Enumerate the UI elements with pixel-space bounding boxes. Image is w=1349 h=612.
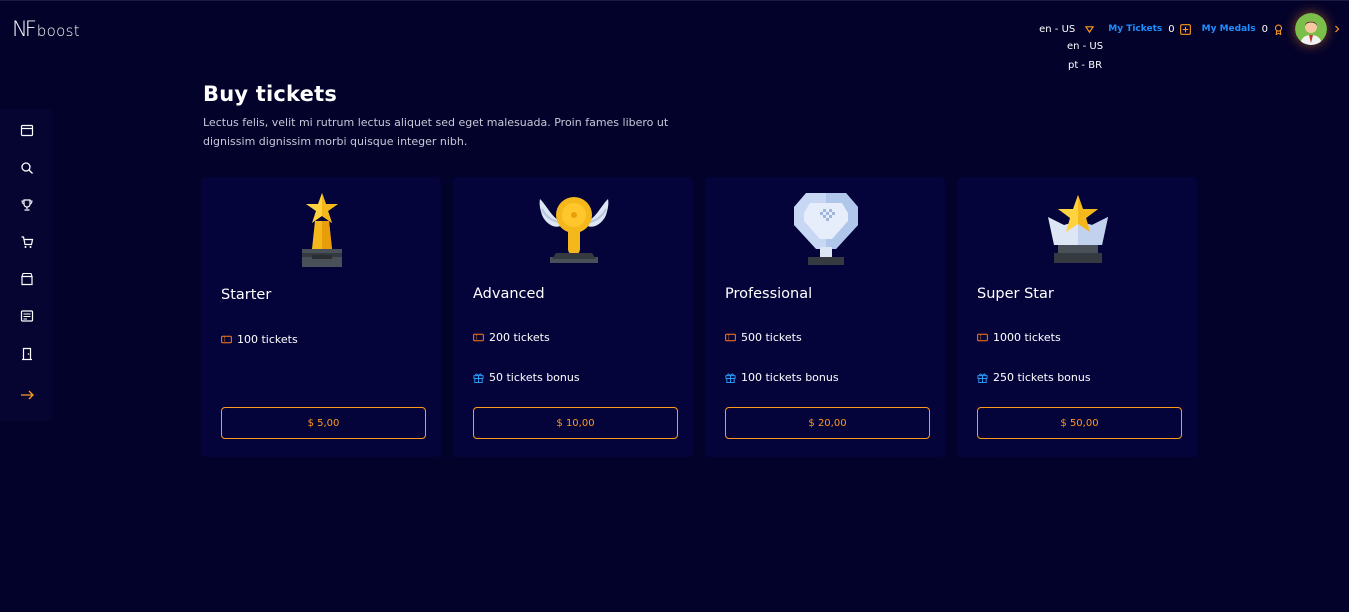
buy-button[interactable]: $ 10,00 — [473, 407, 678, 439]
page: NF boost en - US My Tickets 0 My Medals … — [0, 0, 1349, 612]
ticket-icon — [977, 333, 988, 342]
buy-button[interactable]: $ 20,00 — [725, 407, 930, 439]
my-medals-label: My Medals — [1201, 24, 1256, 34]
language-option-pt[interactable]: pt - BR — [1062, 56, 1108, 75]
package-card: Starter 100 tickets $ 5,00 — [201, 177, 441, 457]
buy-button[interactable]: $ 5,00 — [221, 407, 426, 439]
ticket-icon — [221, 335, 232, 344]
bonus-row: 50 tickets bonus — [473, 371, 580, 384]
ticket-count-row: 100 tickets — [221, 333, 298, 346]
ticket-icon — [473, 333, 484, 342]
my-medals-count: 0 — [1261, 23, 1268, 35]
ticket-count: 1000 tickets — [993, 331, 1061, 344]
chevron-right-icon[interactable] — [1333, 25, 1341, 33]
gift-icon — [725, 373, 736, 383]
winged-medal-trophy-icon — [539, 197, 609, 263]
my-tickets-label: My Tickets — [1108, 24, 1163, 34]
gold-star-trophy-icon — [302, 193, 342, 267]
gift-icon — [977, 373, 988, 383]
ticket-count: 200 tickets — [489, 331, 550, 344]
search-icon[interactable] — [20, 161, 34, 175]
package-name: Advanced — [473, 286, 545, 302]
bonus-count: 100 tickets bonus — [741, 371, 839, 384]
my-medals-link[interactable]: My Medals 0 — [1202, 24, 1284, 35]
package-name: Professional — [725, 286, 813, 302]
ticket-count-row: 200 tickets — [473, 331, 550, 344]
bonus-row: 100 tickets bonus — [725, 371, 839, 384]
medal-icon — [1274, 24, 1283, 35]
package-list: Starter 100 tickets $ 5,00 Advanced 200 … — [201, 177, 1197, 457]
ticket-count-row: 1000 tickets — [977, 331, 1061, 344]
page-title: Buy tickets — [203, 82, 338, 106]
language-selector[interactable]: en - US — [1039, 23, 1095, 35]
cart-icon[interactable] — [20, 235, 34, 249]
calendar-icon[interactable] — [20, 123, 34, 137]
ticket-count-row: 500 tickets — [725, 331, 802, 344]
package-card: Advanced 200 tickets 50 tickets bonus $ … — [453, 177, 693, 457]
package-name: Super Star — [977, 286, 1054, 302]
language-value: en - US — [1039, 23, 1076, 35]
user-avatar[interactable] — [1295, 13, 1327, 45]
add-ticket-icon[interactable] — [1179, 23, 1191, 35]
language-menu: en - US pt - BR — [1062, 37, 1108, 75]
package-name: Starter — [221, 287, 272, 303]
chevron-down-icon — [1085, 25, 1095, 33]
store-icon[interactable] — [20, 272, 34, 286]
logo-text: boost — [36, 22, 80, 40]
trophy-icon[interactable] — [20, 198, 34, 212]
arrow-right-icon[interactable] — [20, 388, 34, 402]
package-card: Professional 500 tickets 100 tickets bon… — [705, 177, 945, 457]
package-card: Super Star 1000 tickets 250 tickets bonu… — [957, 177, 1197, 457]
sidebar — [0, 109, 52, 421]
ticket-count: 100 tickets — [237, 333, 298, 346]
ticket-count: 500 tickets — [741, 331, 802, 344]
diamond-trophy-icon — [794, 193, 858, 265]
door-icon[interactable] — [20, 347, 34, 361]
logo[interactable]: NF boost — [12, 17, 80, 41]
logo-mark: NF — [12, 17, 37, 41]
buy-button[interactable]: $ 50,00 — [977, 407, 1182, 439]
my-tickets-count: 0 — [1168, 23, 1175, 35]
page-description: Lectus felis, velit mi rutrum lectus ali… — [203, 116, 669, 148]
language-option-en[interactable]: en - US — [1062, 37, 1108, 56]
bonus-count: 50 tickets bonus — [489, 371, 580, 384]
ticket-icon — [725, 333, 736, 342]
my-tickets-link[interactable]: My Tickets 0 — [1108, 23, 1191, 35]
bonus-row: 250 tickets bonus — [977, 371, 1091, 384]
bonus-count: 250 tickets bonus — [993, 371, 1091, 384]
gift-icon — [473, 373, 484, 383]
crystal-star-trophy-icon — [1048, 195, 1108, 263]
news-icon[interactable] — [20, 309, 34, 323]
